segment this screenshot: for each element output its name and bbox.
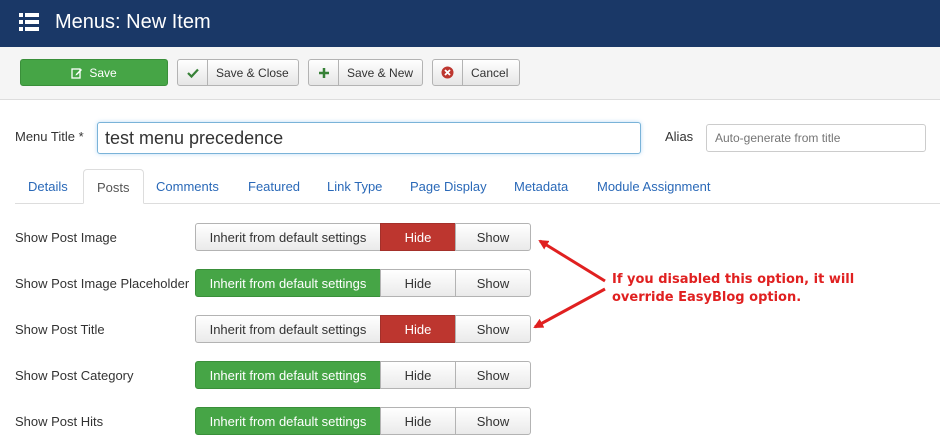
- save-button[interactable]: Save: [20, 59, 168, 86]
- save-new-button[interactable]: Save & New: [308, 59, 423, 86]
- option-label: Show Post Title: [15, 322, 105, 337]
- list-icon: [19, 13, 39, 31]
- save-new-label: Save & New: [347, 65, 414, 80]
- tab-bar: Details Posts Comments Featured Link Typ…: [15, 169, 940, 204]
- show-button[interactable]: Show: [455, 223, 531, 251]
- option-toggle-group: Inherit from default settings Hide Show: [195, 361, 531, 389]
- option-toggle-group: Inherit from default settings Hide Show: [195, 315, 531, 343]
- tab-featured[interactable]: Featured: [235, 169, 313, 204]
- option-label: Show Post Hits: [15, 414, 104, 429]
- hide-button[interactable]: Hide: [380, 315, 456, 343]
- tab-metadata[interactable]: Metadata: [501, 169, 581, 204]
- check-icon: [178, 60, 208, 85]
- save-close-label: Save & Close: [216, 65, 289, 80]
- hide-button[interactable]: Hide: [380, 269, 456, 297]
- annotation-line-2: override EasyBlog option.: [612, 290, 802, 305]
- cancel-icon: [433, 60, 463, 85]
- tab-posts[interactable]: Posts: [83, 169, 144, 204]
- show-button[interactable]: Show: [455, 269, 531, 297]
- option-label: Show Post Image: [15, 230, 117, 245]
- alias-label: Alias: [665, 129, 694, 144]
- menu-title-label: Menu Title *: [15, 129, 84, 144]
- option-label: Show Post Image Placeholder: [15, 276, 190, 291]
- inherit-button[interactable]: Inherit from default settings: [195, 269, 381, 297]
- hide-button[interactable]: Hide: [380, 407, 456, 435]
- page-title: Menus: New Item: [55, 11, 211, 33]
- option-toggle-group: Inherit from default settings Hide Show: [195, 407, 531, 435]
- tab-comments[interactable]: Comments: [143, 169, 232, 204]
- hide-button[interactable]: Hide: [380, 361, 456, 389]
- cancel-label: Cancel: [471, 65, 509, 80]
- toolbar: Save Save & Close Save & New Cancel: [0, 47, 940, 100]
- tab-page-display[interactable]: Page Display: [397, 169, 500, 204]
- inherit-button[interactable]: Inherit from default settings: [195, 315, 381, 343]
- menu-title-input[interactable]: [97, 122, 641, 154]
- alias-input[interactable]: [706, 124, 926, 152]
- tab-module-assignment[interactable]: Module Assignment: [584, 169, 723, 204]
- cancel-button[interactable]: Cancel: [432, 59, 520, 86]
- option-label: Show Post Category: [15, 368, 134, 383]
- annotation-note: If you disabled this option, it will ove…: [612, 271, 854, 307]
- show-button[interactable]: Show: [455, 361, 531, 389]
- save-button-label: Save: [89, 65, 117, 80]
- page-header: Menus: New Item: [0, 0, 940, 47]
- hide-button[interactable]: Hide: [380, 223, 456, 251]
- inherit-button[interactable]: Inherit from default settings: [195, 361, 381, 389]
- option-toggle-group: Inherit from default settings Hide Show: [195, 269, 531, 297]
- plus-icon: [309, 60, 339, 85]
- save-close-button[interactable]: Save & Close: [177, 59, 299, 86]
- inherit-button[interactable]: Inherit from default settings: [195, 223, 381, 251]
- tab-link-type[interactable]: Link Type: [314, 169, 395, 204]
- option-toggle-group: Inherit from default settings Hide Show: [195, 223, 531, 251]
- show-button[interactable]: Show: [455, 315, 531, 343]
- show-button[interactable]: Show: [455, 407, 531, 435]
- edit-icon: [71, 60, 83, 85]
- tab-details[interactable]: Details: [15, 169, 81, 204]
- inherit-button[interactable]: Inherit from default settings: [195, 407, 381, 435]
- annotation-line-1: If you disabled this option, it will: [612, 272, 855, 287]
